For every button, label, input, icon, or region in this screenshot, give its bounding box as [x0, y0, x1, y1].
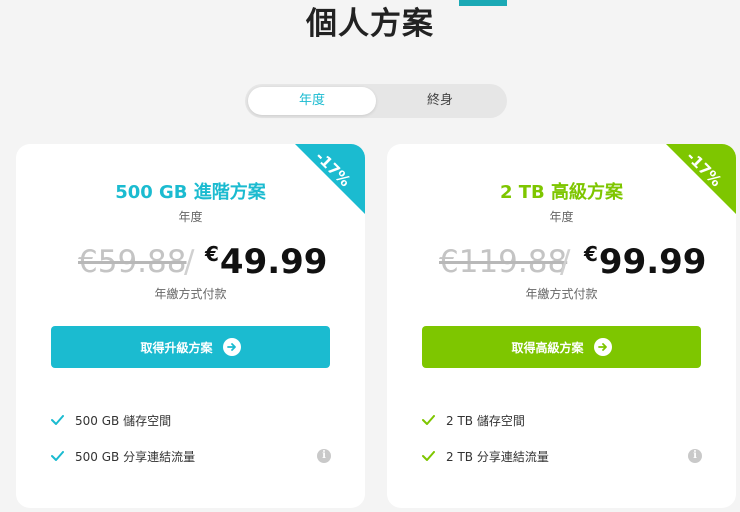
feature-item: 2 TB 儲存空間 [422, 402, 702, 438]
price-divider: / [560, 244, 571, 280]
plan-card-2tb: -17% 2 TB 高級方案 年度 €119.88 / €99.99 年繳方式付… [387, 144, 736, 508]
cta-label: 取得高級方案 [511, 340, 584, 355]
check-icon [51, 415, 65, 425]
currency-symbol: € [205, 242, 219, 266]
payment-note: 年繳方式付款 [154, 287, 227, 301]
arrow-right-icon [222, 338, 241, 356]
currency-symbol: € [584, 242, 598, 266]
plan-title: 500 GB 進階方案 [115, 182, 266, 203]
check-icon [422, 415, 436, 425]
price-value: 99.99 [598, 242, 707, 282]
feature-label: 2 TB 分享連結流量 [446, 449, 549, 464]
price-divider: / [184, 244, 195, 280]
billing-toggle[interactable]: 年度 終身 [245, 84, 507, 118]
feature-label: 500 GB 分享連結流量 [75, 449, 196, 464]
current-price: €49.99 [205, 242, 327, 282]
feature-label: 2 TB 儲存空間 [446, 413, 525, 428]
get-premium-button[interactable]: 取得高級方案 [422, 326, 701, 368]
current-price: €99.99 [584, 242, 706, 282]
feature-list: 500 GB 儲存空間 500 GB 分享連結流量 i [51, 402, 331, 474]
cta-label: 取得升級方案 [140, 340, 213, 355]
payment-note: 年繳方式付款 [525, 287, 598, 301]
feature-list: 2 TB 儲存空間 2 TB 分享連結流量 i [422, 402, 702, 474]
check-icon [422, 451, 436, 461]
get-upgrade-button[interactable]: 取得升級方案 [51, 326, 330, 368]
price-value: 49.99 [219, 242, 328, 282]
info-icon[interactable]: i [688, 449, 702, 463]
old-price: €59.88 [78, 244, 187, 280]
info-icon[interactable]: i [317, 449, 331, 463]
plan-period: 年度 [178, 210, 203, 224]
feature-item: 500 GB 儲存空間 [51, 402, 331, 438]
toggle-annual[interactable]: 年度 [248, 87, 376, 115]
plan-period: 年度 [549, 210, 574, 224]
check-icon [51, 451, 65, 461]
arrow-right-icon [593, 338, 612, 356]
feature-item: 2 TB 分享連結流量 i [422, 438, 702, 474]
toggle-lifetime[interactable]: 終身 [376, 87, 504, 115]
feature-label: 500 GB 儲存空間 [75, 413, 172, 428]
page-title: 個人方案 [306, 6, 434, 42]
feature-item: 500 GB 分享連結流量 i [51, 438, 331, 474]
plan-card-500gb: -17% 500 GB 進階方案 年度 €59.88 / €49.99 年繳方式… [16, 144, 365, 508]
plan-title: 2 TB 高級方案 [499, 182, 624, 203]
old-price: €119.88 [439, 244, 568, 280]
